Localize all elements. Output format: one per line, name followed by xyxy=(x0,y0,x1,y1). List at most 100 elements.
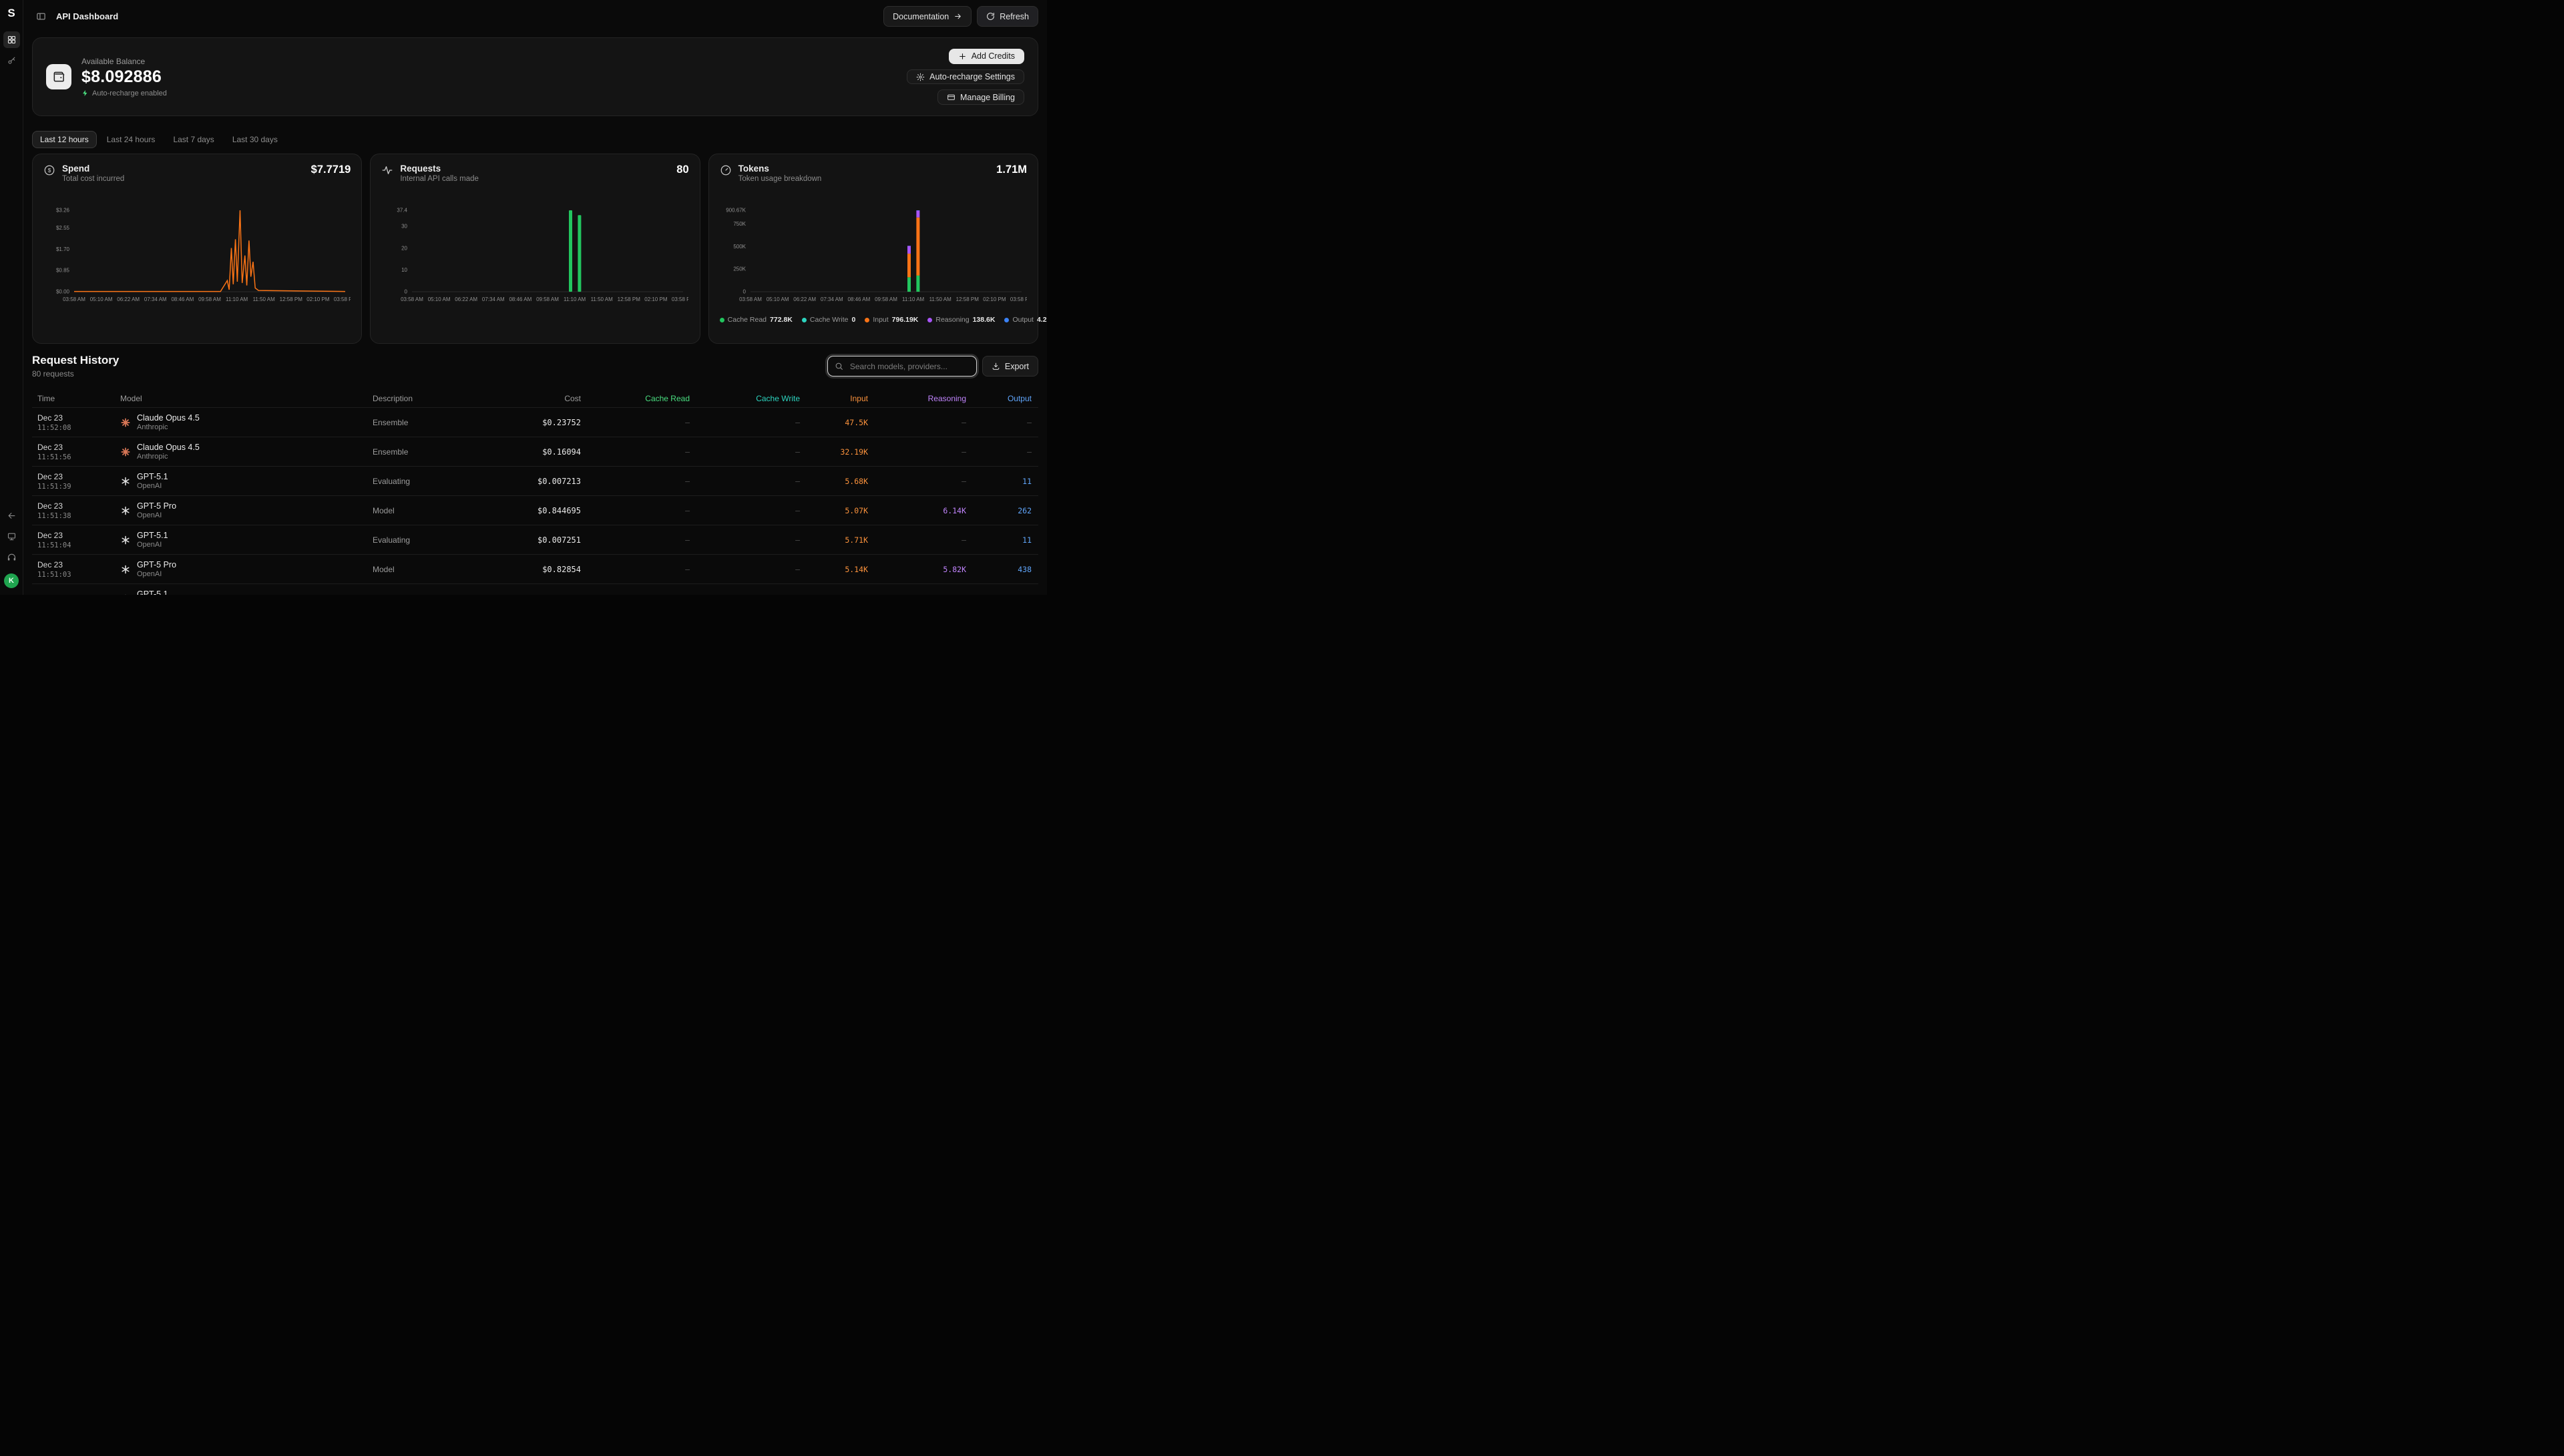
sidebar-toggle-button[interactable] xyxy=(32,8,49,25)
time-cell: Dec 2311:51:04 xyxy=(37,531,120,549)
spend-chart: $3.26$2.55$1.70$0.85$0.0003:58 AM05:10 A… xyxy=(43,205,351,308)
time-range-last-12-hours[interactable]: Last 12 hours xyxy=(32,131,97,148)
requests-value: 80 xyxy=(676,164,688,176)
input-cell: 5.07K xyxy=(801,506,869,515)
reasoning-cell: — xyxy=(869,447,968,457)
monitor-icon xyxy=(7,531,17,541)
panel-left-icon xyxy=(36,11,46,21)
column-header-input: Input xyxy=(801,394,869,403)
export-button[interactable]: Export xyxy=(982,356,1038,377)
svg-text:08:46 AM: 08:46 AM xyxy=(171,296,194,302)
sidebar-item-dashboard[interactable] xyxy=(3,31,20,48)
svg-text:03:58 AM: 03:58 AM xyxy=(401,296,423,302)
svg-text:03:58 PM: 03:58 PM xyxy=(1010,296,1027,302)
svg-text:$0.00: $0.00 xyxy=(56,289,70,295)
table-row[interactable]: Dec 2311:52:08Claude Opus 4.5AnthropicEn… xyxy=(32,408,1038,437)
tokens-value: 1.71M xyxy=(996,164,1027,176)
svg-text:06:22 AM: 06:22 AM xyxy=(455,296,478,302)
cache-read-cell: — xyxy=(582,506,691,515)
legend-dot-icon xyxy=(927,318,932,322)
cache-read-cell: — xyxy=(582,418,691,427)
svg-text:07:34 AM: 07:34 AM xyxy=(821,296,843,302)
spend-value: $7.7719 xyxy=(311,164,351,176)
auto-recharge-settings-button[interactable]: Auto-recharge Settings xyxy=(907,69,1024,85)
legend-dot-icon xyxy=(720,318,724,322)
cache-read-cell: — xyxy=(582,447,691,457)
add-credits-button[interactable]: Add Credits xyxy=(949,49,1024,64)
svg-text:$1.70: $1.70 xyxy=(56,246,70,252)
reasoning-cell: — xyxy=(869,594,968,595)
cache-write-cell: — xyxy=(691,565,801,574)
time-range-last-30-days[interactable]: Last 30 days xyxy=(224,131,286,148)
sidebar-collapse-button[interactable] xyxy=(3,507,20,524)
time-cell: Dec 2311:51:38 xyxy=(37,501,120,520)
time-range-tabs: Last 12 hoursLast 24 hoursLast 7 daysLas… xyxy=(32,131,1038,148)
time-cell: Dec 23 xyxy=(37,593,120,595)
svg-text:$3.26: $3.26 xyxy=(56,208,70,214)
plus-icon xyxy=(958,52,967,61)
reasoning-cell: — xyxy=(869,535,968,545)
model-cell: GPT-5.1OpenAI xyxy=(120,531,373,549)
zap-icon xyxy=(81,89,89,97)
reasoning-cell: — xyxy=(869,477,968,486)
table-row[interactable]: Dec 2311:51:03GPT-5 ProOpenAIModel$0.828… xyxy=(32,555,1038,584)
description-cell: Evaluating xyxy=(373,477,513,486)
time-range-last-7-days[interactable]: Last 7 days xyxy=(165,131,222,148)
model-cell: GPT-5 ProOpenAI xyxy=(120,501,373,519)
table-row[interactable]: Dec 2311:51:04GPT-5.1OpenAIEvaluating$0.… xyxy=(32,525,1038,555)
svg-text:08:46 AM: 08:46 AM xyxy=(509,296,532,302)
svg-text:05:10 AM: 05:10 AM xyxy=(428,296,451,302)
cost-cell: $0.82854 xyxy=(513,565,582,574)
svg-text:12:58 PM: 12:58 PM xyxy=(280,296,303,302)
time-cell: Dec 2311:51:03 xyxy=(37,560,120,579)
table-row[interactable]: Dec 2311:51:38GPT-5 ProOpenAIModel$0.844… xyxy=(32,496,1038,525)
time-cell: Dec 2311:51:39 xyxy=(37,472,120,491)
documentation-label: Documentation xyxy=(893,12,949,21)
svg-text:11:10 AM: 11:10 AM xyxy=(564,296,586,302)
svg-text:09:58 AM: 09:58 AM xyxy=(875,296,897,302)
manage-billing-button[interactable]: Manage Billing xyxy=(937,89,1024,105)
table-row[interactable]: Dec 23GPT-5.1OpenAIEvaluating$0.013681——… xyxy=(32,584,1038,595)
svg-text:$0.85: $0.85 xyxy=(56,268,70,274)
input-cell: 47.5K xyxy=(801,418,869,427)
add-credits-label: Add Credits xyxy=(972,51,1015,61)
openai-logo-icon xyxy=(120,535,131,545)
model-cell: Claude Opus 4.5Anthropic xyxy=(120,443,373,461)
wallet-icon xyxy=(46,64,71,89)
search-input[interactable] xyxy=(849,361,970,372)
table-row[interactable]: Dec 2311:51:56Claude Opus 4.5AnthropicEn… xyxy=(32,437,1038,467)
description-cell: Ensemble xyxy=(373,418,513,427)
manage-billing-label: Manage Billing xyxy=(960,93,1015,102)
table-row[interactable]: Dec 2311:51:39GPT-5.1OpenAIEvaluating$0.… xyxy=(32,467,1038,496)
requests-card: Requests Internal API calls made 80 37.4… xyxy=(370,154,700,344)
svg-text:03:58 PM: 03:58 PM xyxy=(672,296,688,302)
tokens-chart: 900.67K750K500K250K003:58 AM05:10 AM06:2… xyxy=(720,205,1027,308)
svg-text:11:10 AM: 11:10 AM xyxy=(902,296,925,302)
model-cell: GPT-5.1OpenAI xyxy=(120,589,373,595)
sidebar-item-devices[interactable] xyxy=(3,528,20,545)
output-cell: 438 xyxy=(968,565,1033,574)
refresh-button[interactable]: Refresh xyxy=(977,6,1038,27)
table-body: Dec 2311:52:08Claude Opus 4.5AnthropicEn… xyxy=(32,408,1038,595)
description-cell: Ensemble xyxy=(373,447,513,457)
spend-title: Spend xyxy=(62,164,124,174)
cost-cell: $0.007251 xyxy=(513,535,582,545)
reasoning-cell: 6.14K xyxy=(869,506,968,515)
description-cell: Evaluating xyxy=(373,594,513,595)
reasoning-cell: 5.82K xyxy=(869,565,968,574)
input-cell: 5.68K xyxy=(801,477,869,486)
svg-text:06:22 AM: 06:22 AM xyxy=(117,296,140,302)
stat-cards: $ Spend Total cost incurred $7.7719 $3.2… xyxy=(32,154,1038,344)
documentation-button[interactable]: Documentation xyxy=(883,6,972,27)
tokens-title: Tokens xyxy=(738,164,822,174)
cost-cell: $0.16094 xyxy=(513,447,582,457)
svg-text:0: 0 xyxy=(405,289,408,295)
sidebar-item-support[interactable] xyxy=(3,549,20,565)
output-cell: — xyxy=(968,594,1033,595)
sidebar-item-api-keys[interactable] xyxy=(3,52,20,69)
user-avatar[interactable]: K xyxy=(4,573,19,588)
request-history: Request History 80 requests Expo xyxy=(32,354,1038,595)
spend-subtitle: Total cost incurred xyxy=(62,175,124,183)
time-range-last-24-hours[interactable]: Last 24 hours xyxy=(99,131,164,148)
svg-text:0: 0 xyxy=(742,289,746,295)
